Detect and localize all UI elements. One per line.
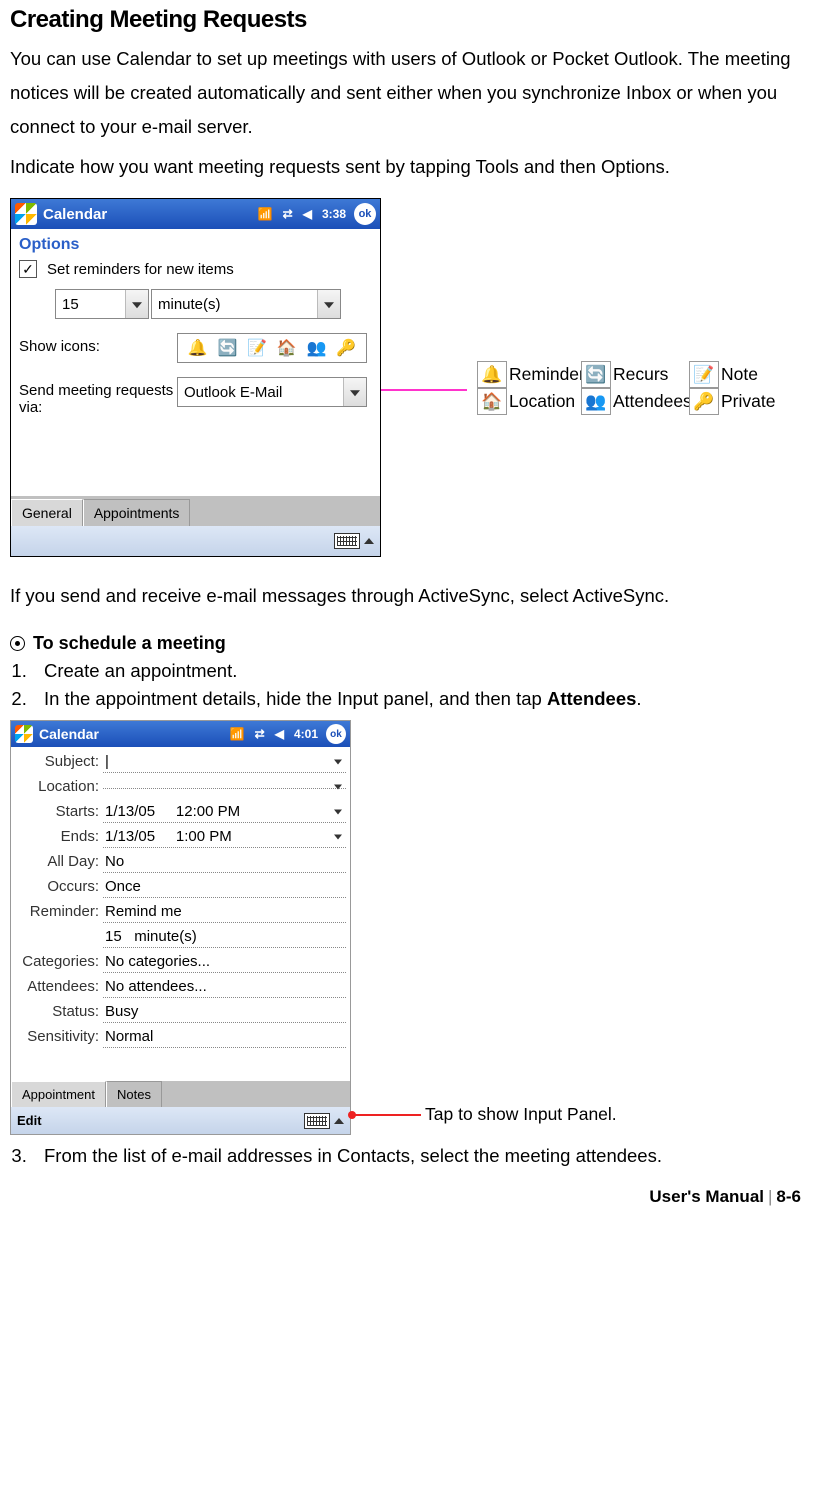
reminder-icon[interactable]: 🔔 [188,338,208,358]
sensitivity-field[interactable]: Normal [103,1026,346,1048]
edit-menu[interactable]: Edit [17,1113,42,1128]
signal-icon[interactable]: 📶 [258,207,273,221]
intro-paragraph-1: You can use Calendar to set up meetings … [10,42,807,144]
location-field[interactable] [103,784,346,789]
step-2: In the appointment details, hide the Inp… [32,688,807,710]
location-icon[interactable]: 🏠 [277,338,297,358]
ends-label: Ends: [13,828,103,845]
start-icon[interactable] [15,725,33,743]
reminder-unit-select[interactable]: minute(s) [151,289,341,319]
icon-legend: 🔔Reminder 🔄Recurs 📝Note 🏠Location 👥Atten… [477,361,775,415]
attendees-field[interactable]: No attendees... [103,976,346,998]
occurs-field[interactable]: Once [103,876,346,898]
location-label: Location: [13,778,103,795]
clock-label: 4:01 [294,727,318,741]
occurs-label: Occurs: [13,878,103,895]
input-panel-callout: Tap to show Input Panel. [425,1104,617,1125]
sensitivity-label: Sensitivity: [13,1028,103,1045]
ends-field[interactable]: 1/13/05 1:00 PM [103,826,346,848]
subject-field[interactable]: | [103,751,346,773]
tab-appointments[interactable]: Appointments [83,499,191,526]
starts-field[interactable]: 1/13/05 12:00 PM [103,801,346,823]
attendees-label: Attendees: [13,978,103,995]
keyboard-icon[interactable] [334,533,360,549]
bullet-icon [10,636,25,651]
app-title: Calendar [39,726,99,742]
tab-notes[interactable]: Notes [106,1081,162,1107]
show-icons-label: Show icons: [19,333,177,355]
private-icon[interactable]: 🔑 [336,338,356,358]
tab-general[interactable]: General [11,499,83,526]
clock-label: 3:38 [322,207,346,221]
status-field[interactable]: Busy [103,1001,346,1023]
legend-connector [381,389,467,391]
reminder-number-select[interactable]: 15 [55,289,149,319]
appointment-screenshot: Calendar 📶 ⇄ ◀ 4:01 ok Subject:| Locatio… [10,720,351,1135]
reminder-label: Reminder: [13,903,103,920]
recurs-icon[interactable]: 🔄 [217,338,237,358]
reminder-field[interactable]: Remind me [103,901,346,923]
keyboard-icon[interactable] [304,1113,330,1129]
reminder-value-field[interactable]: 15 minute(s) [103,926,346,948]
reminders-label: Set reminders for new items [47,261,234,278]
activesync-paragraph: If you send and receive e-mail messages … [10,579,807,613]
sync-icon[interactable]: ⇄ [283,207,293,221]
private-icon: 🔑 [689,388,719,415]
start-icon[interactable] [15,203,37,225]
step-1: Create an appointment. [32,660,807,682]
tab-appointment[interactable]: Appointment [11,1081,106,1107]
note-icon[interactable]: 📝 [247,338,267,358]
starts-label: Starts: [13,803,103,820]
menu-up-icon[interactable] [334,1118,344,1124]
options-screenshot: Calendar 📶 ⇄ ◀ 3:38 ok Options ✓ Set rem… [10,198,381,557]
title-bar: Calendar 📶 ⇄ ◀ 3:38 ok [11,199,380,229]
ok-button[interactable]: ok [354,203,376,225]
schedule-heading: To schedule a meeting [33,633,226,654]
icon-strip[interactable]: 🔔 🔄 📝 🏠 👥 🔑 [177,333,367,363]
page-footer: User's Manual|8-6 [10,1187,807,1207]
send-requests-label: Send meeting requests via: [19,377,177,416]
sync-icon[interactable]: ⇄ [255,727,265,741]
status-label: Status: [13,1003,103,1020]
categories-field[interactable]: No categories... [103,951,346,973]
note-icon: 📝 [689,361,719,388]
volume-icon[interactable]: ◀ [275,727,284,741]
reminders-checkbox[interactable]: ✓ [19,260,37,278]
recurs-icon: 🔄 [581,361,611,388]
categories-label: Categories: [13,953,103,970]
step-3: From the list of e-mail addresses in Con… [32,1145,807,1167]
send-requests-select[interactable]: Outlook E-Mail [177,377,367,407]
allday-label: All Day: [13,853,103,870]
attendees-icon: 👥 [581,388,611,415]
options-heading: Options [11,229,380,260]
signal-icon[interactable]: 📶 [230,727,245,741]
app-title: Calendar [43,206,107,223]
page-title: Creating Meeting Requests [10,6,807,34]
intro-paragraph-2: Indicate how you want meeting requests s… [10,150,807,184]
reminder-icon: 🔔 [477,361,507,388]
subject-label: Subject: [13,753,103,770]
title-bar: Calendar 📶 ⇄ ◀ 4:01 ok [11,721,350,747]
allday-field[interactable]: No [103,851,346,873]
menu-up-icon[interactable] [364,538,374,544]
volume-icon[interactable]: ◀ [303,207,312,221]
attendees-icon[interactable]: 👥 [307,338,327,358]
location-icon: 🏠 [477,388,507,415]
ok-button[interactable]: ok [326,724,346,744]
callout-connector [351,1114,421,1116]
